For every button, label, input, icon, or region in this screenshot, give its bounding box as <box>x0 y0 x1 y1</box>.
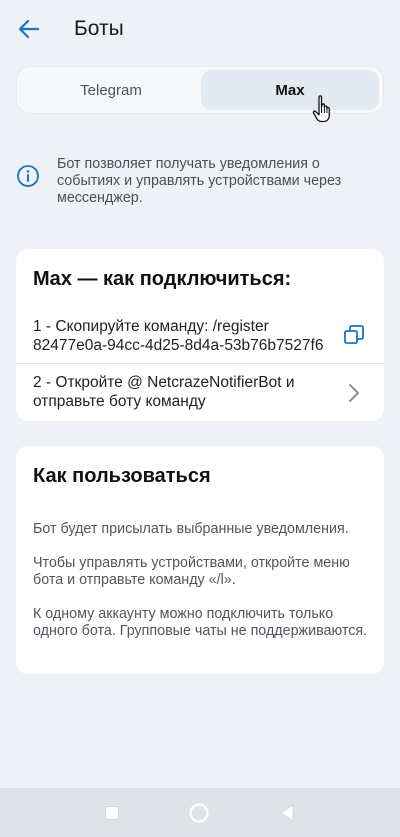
usage-paragraph: Бот будет присылать выбранные уведомлени… <box>33 521 349 537</box>
step2-text: 2 - Откройте @ NetcrazeNotifierBot и отп… <box>33 374 295 410</box>
connect-card: Max — как подключиться: 1 - Скопируйте к… <box>16 249 384 421</box>
arrow-left-icon <box>18 19 40 39</box>
triangle-back-icon <box>280 804 294 822</box>
info-banner: Бот позволяет получать уведомления о соб… <box>16 156 384 212</box>
step1-text: 1 - Скопируйте команду: /register 82477e… <box>33 318 324 354</box>
tab-max[interactable]: Max <box>201 70 379 110</box>
usage-card-title: Как пользоваться <box>33 465 211 487</box>
system-back-button[interactable] <box>276 802 298 824</box>
copy-icon[interactable] <box>342 323 366 347</box>
divider <box>16 363 384 364</box>
open-bot-row[interactable]: 2 - Откройте @ NetcrazeNotifierBot и отп… <box>16 365 384 419</box>
info-text: Бот позволяет получать уведомления о соб… <box>57 156 342 206</box>
page-title: Боты <box>74 17 124 40</box>
system-nav-bar <box>0 788 400 837</box>
app-bar: Боты <box>0 0 400 60</box>
square-icon <box>105 806 119 820</box>
copy-command-row[interactable]: 1 - Скопируйте команду: /register 82477e… <box>16 309 384 363</box>
hand-cursor-icon <box>312 95 330 123</box>
connect-card-title: Max — как подключиться: <box>33 268 292 290</box>
recents-button[interactable] <box>101 802 123 824</box>
back-button[interactable] <box>12 12 46 46</box>
tab-telegram[interactable]: Telegram <box>21 70 201 110</box>
usage-paragraph: Чтобы управлять устройствами, откройте м… <box>33 555 350 588</box>
home-button[interactable] <box>188 802 210 824</box>
circle-icon <box>189 803 209 823</box>
usage-paragraph: К одному аккаунту можно подключить тольк… <box>33 606 368 639</box>
info-icon <box>17 165 39 187</box>
chevron-right-icon <box>349 384 359 402</box>
usage-card: Как пользоваться Бот будет присылать выб… <box>16 446 384 674</box>
